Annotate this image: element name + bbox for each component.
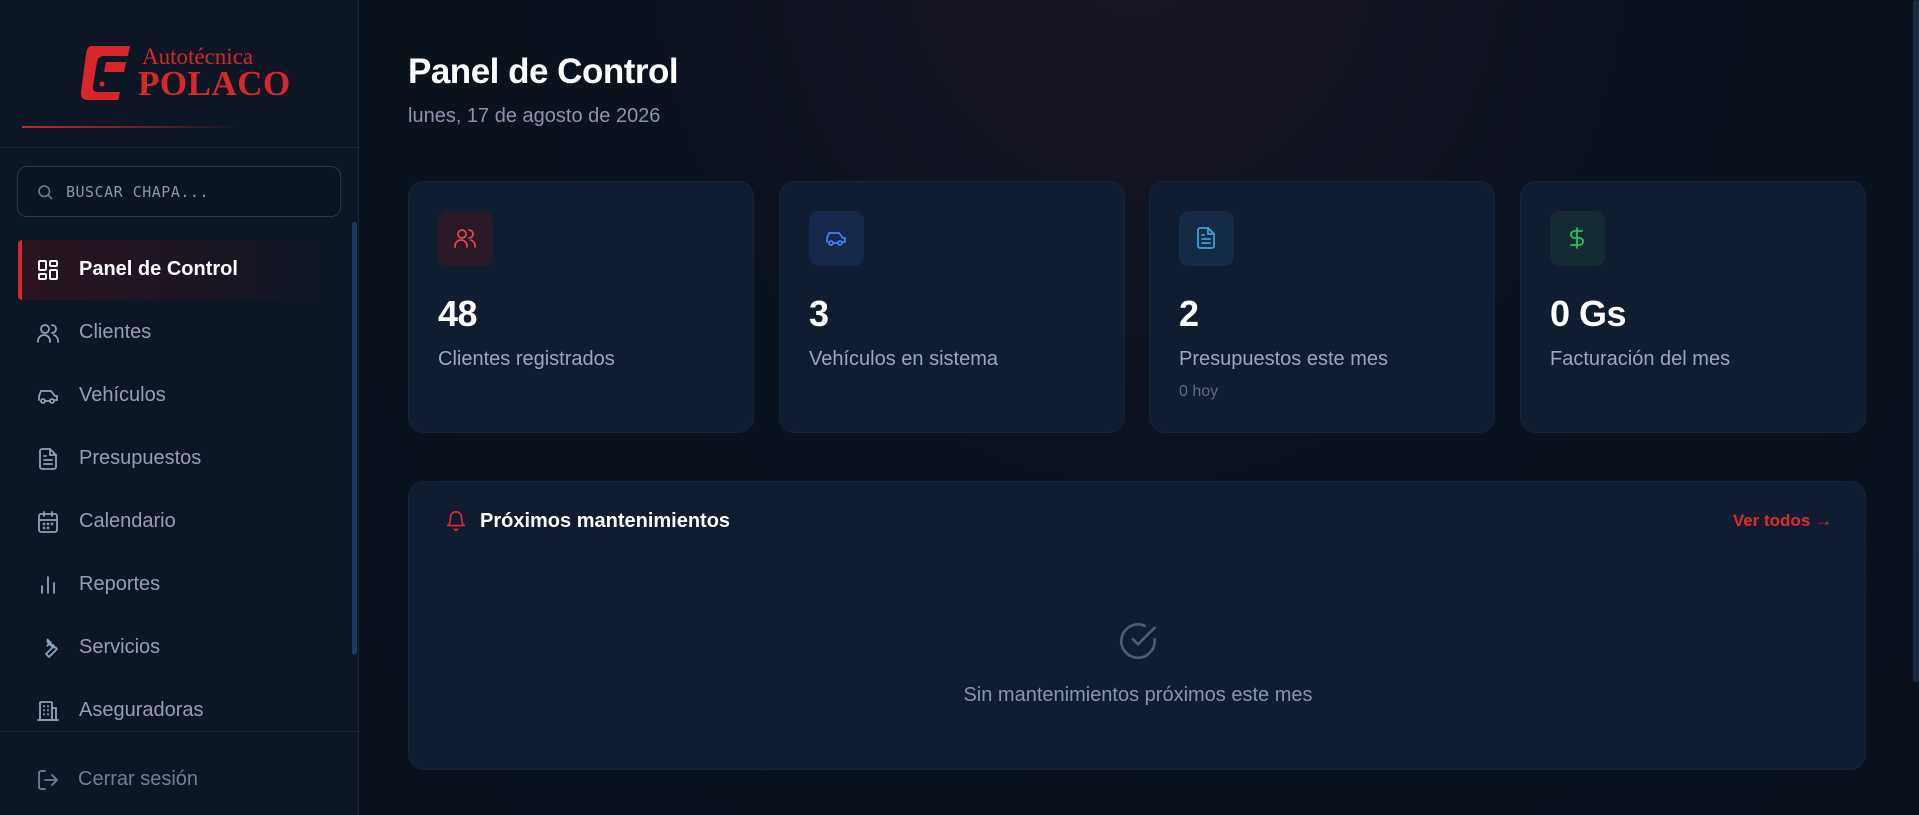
users-icon: [37, 324, 59, 343]
stat-value: 3: [809, 293, 829, 334]
sidebar-item-presupuestos[interactable]: Presupuestos: [18, 429, 328, 489]
logo-underline: [22, 126, 242, 128]
page-title: Panel de Control: [408, 52, 679, 91]
stat-label: Facturación del mes: [1550, 348, 1731, 370]
calendar-icon: [38, 511, 58, 533]
check-circle-icon: [1120, 623, 1156, 660]
car-icon: [826, 232, 846, 246]
main-scrollbar[interactable]: [1913, 0, 1919, 682]
logout-area: Cerrar sesión: [0, 731, 359, 815]
brand-logo[interactable]: Autotécnica POLACO: [80, 40, 290, 103]
sidebar-item-clientes[interactable]: Clientes: [18, 303, 328, 363]
empty-state-text: Sin mantenimientos próximos este mes: [963, 684, 1313, 706]
page-date: lunes, 17 de agosto de 2026: [408, 105, 661, 127]
search-icon: [38, 185, 53, 200]
sidebar-item-panel-de-control[interactable]: Panel de Control: [18, 240, 328, 300]
car-icon: [38, 390, 58, 404]
sidebar-item-label: Clientes: [79, 321, 152, 343]
dashboard-icon: [38, 260, 58, 280]
sidebar-item-label: Calendario: [79, 510, 176, 532]
maintenance-panel: Próximos mantenimientos Ver todos → Sin …: [408, 481, 1866, 770]
search-input[interactable]: [66, 179, 326, 205]
stat-card-clientes[interactable]: 48 Clientes registrados: [408, 181, 754, 433]
brand-mark-icon: [80, 46, 130, 100]
search-box: [17, 166, 341, 217]
stat-icon-box: [1179, 211, 1234, 266]
stat-icon-box: [438, 211, 493, 266]
stat-card-facturacion[interactable]: 0 Gs Facturación del mes: [1520, 181, 1866, 433]
wrench-icon: [45, 638, 58, 658]
sidebar: Autotécnica POLACO Panel de Control: [0, 0, 359, 815]
maintenance-title: Próximos mantenimientos: [480, 510, 731, 532]
stat-label: Presupuestos este mes: [1179, 348, 1388, 370]
brand-name-line2: POLACO: [138, 64, 291, 103]
sidebar-item-label: Aseguradoras: [79, 699, 204, 721]
stat-card-vehiculos[interactable]: 3 Vehículos en sistema: [779, 181, 1125, 433]
stat-value: 2: [1179, 293, 1199, 334]
dollar-icon: [1570, 227, 1584, 249]
stat-label: Clientes registrados: [438, 348, 615, 370]
stat-value: 48: [438, 293, 478, 334]
users-icon: [454, 229, 476, 248]
document-icon: [39, 448, 57, 470]
document-icon: [1197, 227, 1215, 249]
bell-icon: [446, 511, 466, 531]
stat-sublabel: 0 hoy: [1179, 383, 1219, 400]
sidebar-item-label: Reportes: [79, 573, 161, 595]
main-content: Panel de Control lunes, 17 de agosto de …: [360, 0, 1919, 815]
view-all-link[interactable]: Ver todos →: [1733, 511, 1832, 531]
sidebar-item-reportes[interactable]: Reportes: [18, 555, 328, 615]
logo-area: Autotécnica POLACO: [0, 0, 359, 148]
stat-value: 0 Gs: [1550, 293, 1627, 334]
sidebar-item-servicios[interactable]: Servicios: [18, 618, 328, 678]
bar-chart-icon: [41, 576, 55, 594]
logout-label: Cerrar sesión: [78, 768, 199, 790]
sidebar-item-calendario[interactable]: Calendario: [18, 492, 328, 552]
stat-card-presupuestos[interactable]: 2 Presupuestos este mes 0 hoy: [1149, 181, 1495, 433]
sidebar-item-label: Panel de Control: [79, 258, 238, 280]
stat-icon-box: [809, 211, 864, 266]
building-icon: [37, 701, 59, 721]
sidebar-item-label: Vehículos: [79, 384, 166, 406]
sidebar-scrollbar[interactable]: [352, 222, 357, 655]
stat-label: Vehículos en sistema: [809, 348, 998, 370]
sidebar-item-vehiculos[interactable]: Vehículos: [18, 366, 328, 426]
logout-icon: [38, 770, 58, 790]
stat-icon-box: [1550, 211, 1605, 266]
app: Autotécnica POLACO Panel de Control: [0, 0, 1919, 815]
sidebar-item-label: Servicios: [79, 636, 161, 658]
sidebar-item-label: Presupuestos: [79, 447, 202, 469]
